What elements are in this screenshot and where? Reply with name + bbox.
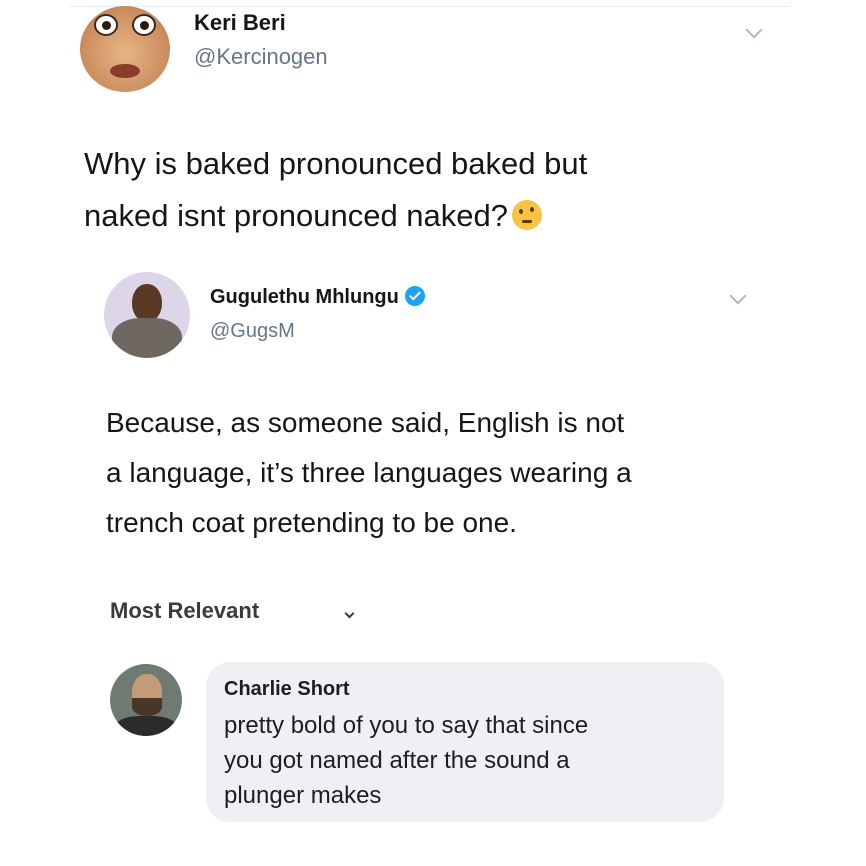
- tweet-text: Why is baked pronounced baked but naked …: [84, 138, 724, 242]
- comment-sort-dropdown[interactable]: Most Relevant: [110, 598, 259, 624]
- avatar-head: [132, 284, 162, 322]
- reply-text: Because, as someone said, English is not…: [106, 398, 746, 548]
- gugulethu-avatar[interactable]: [104, 272, 190, 358]
- chevron-down-icon[interactable]: [745, 21, 763, 39]
- comment-text: pretty bold of you to say that since you…: [224, 708, 714, 813]
- verified-badge-icon: [404, 286, 425, 306]
- keri-beri-avatar[interactable]: [80, 6, 170, 92]
- comment-bubble: Charlie Short pretty bold of you to say …: [206, 662, 724, 822]
- tweet-author-handle[interactable]: @Kercinogen: [194, 44, 328, 70]
- tweet-author-name[interactable]: Keri Beri: [194, 10, 286, 36]
- reply-text-line: a language, it’s three languages wearing…: [106, 457, 632, 488]
- chevron-down-icon[interactable]: [729, 287, 747, 305]
- reply-author-name-row[interactable]: Gugulethu Mhlungu: [210, 286, 425, 309]
- screenshot-card: Keri Beri @Kercinogen Why is baked prono…: [70, 0, 790, 866]
- tweet-text-line-with-emoji: naked isnt pronounced naked?: [84, 190, 724, 242]
- avatar-left-eye: [94, 14, 118, 36]
- reply-text-line: trench coat pretending to be one.: [106, 507, 517, 538]
- reply-text-line: Because, as someone said, English is not: [106, 407, 625, 438]
- avatar-body: [112, 318, 182, 358]
- comment-text-line: pretty bold of you to say that since: [224, 712, 589, 739]
- tweet-text-line: Why is baked pronounced baked but: [84, 146, 588, 181]
- chevron-down-icon[interactable]: [344, 608, 355, 619]
- top-divider: [70, 6, 790, 7]
- reply-author-handle[interactable]: @GugsM: [210, 320, 295, 343]
- avatar-mouth: [110, 64, 140, 78]
- avatar-right-eye: [132, 14, 156, 36]
- comment-text-line: you got named after the sound a: [224, 747, 570, 774]
- comment-text-line: plunger makes: [224, 782, 382, 809]
- comment-author-name[interactable]: Charlie Short: [224, 678, 350, 701]
- avatar-shoulders: [114, 716, 178, 736]
- reply-author-name[interactable]: Gugulethu Mhlungu: [210, 286, 399, 308]
- tweet-text-line: naked isnt pronounced naked?: [84, 198, 508, 233]
- charlie-short-avatar[interactable]: [110, 664, 182, 736]
- avatar-beard: [132, 698, 162, 716]
- thinking-face-icon: [512, 200, 542, 230]
